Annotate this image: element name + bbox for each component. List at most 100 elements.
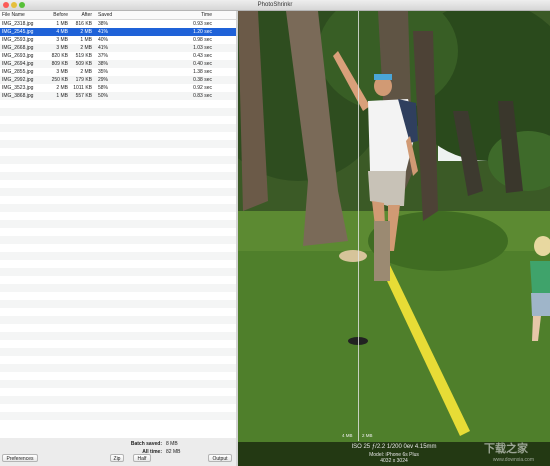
column-header-after[interactable]: After	[68, 12, 92, 18]
table-row[interactable]: IMG_2545.jpg 4 MB 2 MB 41% 1.20 sec	[0, 28, 236, 36]
output-button[interactable]: Output	[208, 454, 232, 462]
file-name-cell: IMG_3868.jpg	[2, 93, 34, 99]
empty-row	[0, 116, 236, 124]
zip-button[interactable]: Zip	[110, 454, 124, 462]
before-size-cell: 809 KB	[51, 61, 68, 67]
table-row[interactable]: IMG_3523.jpg 2 MB 1011 KB 58% 0.92 sec	[0, 84, 236, 92]
empty-row	[0, 244, 236, 252]
empty-row	[0, 364, 236, 372]
table-header: File Name Before After Saved Time	[0, 11, 236, 20]
file-name-cell: IMG_3523.jpg	[2, 85, 34, 91]
before-size-cell: 1 MB	[56, 93, 68, 99]
empty-row	[0, 188, 236, 196]
table-row[interactable]: IMG_2668.jpg 3 MB 2 MB 41% 1.03 sec	[0, 44, 236, 52]
preferences-button[interactable]: Preferences	[2, 454, 38, 462]
before-size-label: 4 MB	[342, 433, 353, 438]
file-table[interactable]: File Name Before After Saved Time IMG_23…	[0, 11, 237, 438]
file-name-cell: IMG_2855.jpg	[2, 69, 34, 75]
batch-saved-label: Batch saved:	[130, 441, 162, 447]
after-size-label: 2 MB	[362, 433, 373, 438]
table-row[interactable]: IMG_2992.jpg 250 KB 179 KB 29% 0.38 sec	[0, 76, 236, 84]
before-size-cell: 250 KB	[51, 77, 68, 83]
before-size-cell: 2 MB	[56, 85, 68, 91]
after-size-cell: 2 MB	[80, 45, 92, 51]
empty-row	[0, 100, 236, 108]
before-after-divider[interactable]	[358, 11, 359, 441]
saved-percent-cell: 37%	[98, 53, 109, 59]
batch-saved-value: 8 MB	[166, 441, 178, 447]
window-title: PhotoShrinkr	[257, 2, 293, 8]
empty-row	[0, 212, 236, 220]
watermark-url: www.downxia.com	[492, 457, 534, 463]
table-empty-rows	[0, 100, 236, 420]
column-header-before[interactable]: Before	[46, 12, 68, 18]
empty-row	[0, 388, 236, 396]
before-size-cell: 1 MB	[56, 21, 68, 27]
table-row[interactable]: IMG_2694.jpg 809 KB 509 KB 38% 0.40 sec	[0, 60, 236, 68]
empty-row	[0, 356, 236, 364]
file-name-cell: IMG_2668.jpg	[2, 45, 34, 51]
time-cell: 1.20 sec	[193, 29, 212, 35]
file-list-panel: File Name Before After Saved Time IMG_23…	[0, 11, 237, 466]
empty-row	[0, 220, 236, 228]
file-name-cell: IMG_2693.jpg	[2, 53, 34, 59]
empty-row	[0, 372, 236, 380]
empty-row	[0, 124, 236, 132]
empty-row	[0, 268, 236, 276]
before-size-cell: 3 MB	[56, 37, 68, 43]
empty-row	[0, 292, 236, 300]
saved-percent-cell: 40%	[98, 37, 109, 43]
table-body: IMG_2318.jpg 1 MB 816 KB 38% 0.93 sec IMG_254…	[0, 20, 236, 100]
empty-row	[0, 204, 236, 212]
saved-percent-cell: 38%	[98, 61, 109, 67]
empty-row	[0, 108, 236, 116]
time-cell: 0.43 sec	[193, 53, 212, 59]
saved-percent-cell: 38%	[98, 21, 109, 27]
empty-row	[0, 276, 236, 284]
empty-row	[0, 324, 236, 332]
before-size-cell: 4 MB	[56, 29, 68, 35]
saved-percent-cell: 35%	[98, 69, 109, 75]
file-name-cell: IMG_2992.jpg	[2, 77, 34, 83]
image-preview-panel: 4 MB 2 MB ISO 25 ƒ/2.2 1/200 0ev 4.15mm …	[238, 11, 550, 466]
preview-photo	[238, 11, 550, 466]
column-header-saved[interactable]: Saved	[92, 12, 122, 18]
empty-row	[0, 180, 236, 188]
time-cell: 0.93 sec	[193, 21, 212, 27]
empty-row	[0, 316, 236, 324]
empty-row	[0, 396, 236, 404]
half-button[interactable]: Half	[133, 454, 151, 462]
table-row[interactable]: IMG_2318.jpg 1 MB 816 KB 38% 0.93 sec	[0, 20, 236, 28]
empty-row	[0, 140, 236, 148]
time-cell: 0.40 sec	[193, 61, 212, 67]
before-size-cell: 820 KB	[51, 53, 68, 59]
after-size-cell: 2 MB	[80, 69, 92, 75]
file-name-cell: IMG_2318.jpg	[2, 21, 34, 27]
column-header-time[interactable]: Time	[122, 12, 216, 18]
table-row[interactable]: IMG_3868.jpg 1 MB 557 KB 50% 0.83 sec	[0, 92, 236, 100]
saved-percent-cell: 41%	[98, 45, 109, 51]
empty-row	[0, 164, 236, 172]
time-cell: 0.83 sec	[193, 93, 212, 99]
after-size-cell: 1011 KB	[73, 85, 92, 91]
empty-row	[0, 380, 236, 388]
table-row[interactable]: IMG_2693.jpg 820 KB 519 KB 37% 0.43 sec	[0, 52, 236, 60]
empty-row	[0, 252, 236, 260]
after-size-cell: 1 MB	[80, 37, 92, 43]
watermark-logo: 下载之家	[484, 443, 528, 455]
empty-row	[0, 196, 236, 204]
empty-row	[0, 260, 236, 268]
empty-row	[0, 148, 236, 156]
empty-row	[0, 284, 236, 292]
file-name-cell: IMG_2545.jpg	[2, 29, 34, 35]
table-row[interactable]: IMG_2593.jpg 3 MB 1 MB 40% 0.98 sec	[0, 36, 236, 44]
table-row[interactable]: IMG_2855.jpg 3 MB 2 MB 35% 1.38 sec	[0, 68, 236, 76]
title-bar: PhotoShrinkr	[0, 0, 550, 11]
batch-saved-line: Batch saved: 8 MB	[130, 441, 206, 447]
file-name-cell: IMG_2694.jpg	[2, 61, 34, 67]
after-size-cell: 557 KB	[75, 93, 92, 99]
column-header-file-name[interactable]: File Name	[0, 12, 46, 18]
before-size-cell: 3 MB	[56, 45, 68, 51]
after-size-cell: 519 KB	[75, 53, 92, 59]
empty-row	[0, 404, 236, 412]
